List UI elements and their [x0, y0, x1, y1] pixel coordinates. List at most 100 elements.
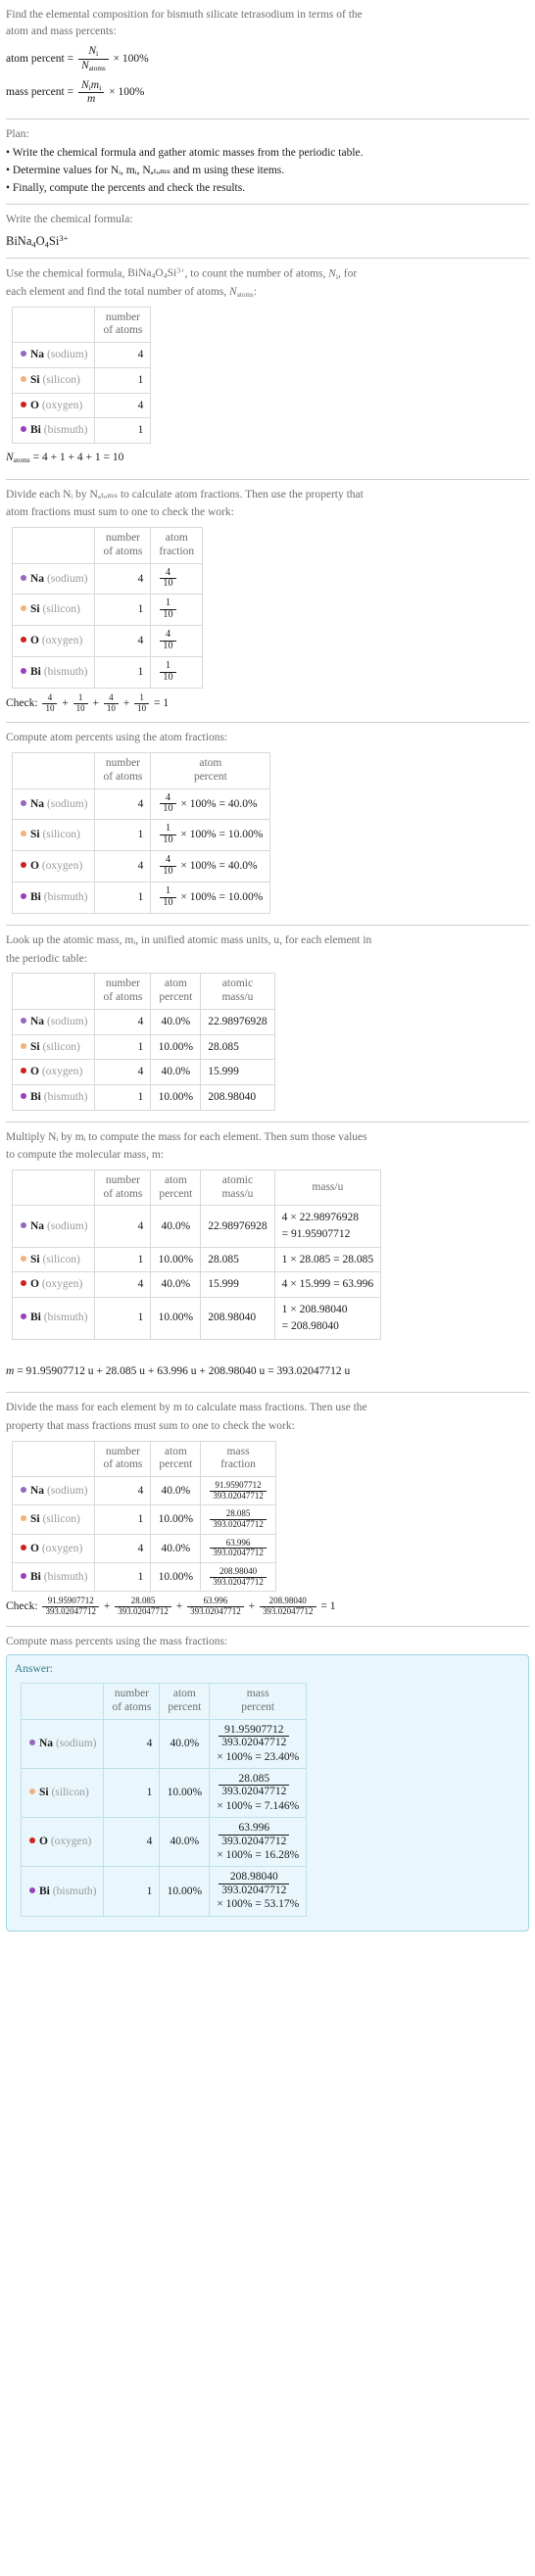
- times-100-equals: × 100% =: [180, 797, 225, 810]
- header-line-2: of atoms: [103, 324, 143, 337]
- fraction-denominator: 393.02047712: [190, 1606, 241, 1617]
- color-dot-icon: [21, 375, 26, 382]
- atom-percent-calc-na: 4 10 × 100% = 40.0%: [150, 787, 271, 821]
- write-formula-prompt: Write the chemical formula:: [6, 214, 133, 226]
- header-line-2: percent: [159, 991, 193, 1004]
- header-line-2: of atoms: [103, 991, 143, 1004]
- element-symbol: Na: [30, 572, 45, 585]
- mass-fraction-o: 63.996 393.02047712: [200, 1533, 276, 1564]
- fraction: 4 10: [103, 692, 119, 713]
- element-cell-si: Si (silicon): [11, 819, 96, 852]
- color-dot-icon: [21, 1572, 26, 1579]
- prompt-mid: , to count the number of atoms,: [184, 267, 329, 280]
- header-line-2: percent: [193, 770, 227, 783]
- mass-fraction-section: Divide the mass for each element by m to…: [6, 1393, 529, 1626]
- element-name: (silicon): [51, 1787, 89, 1799]
- table-row: O (oxygen) 4 4 10: [11, 625, 204, 658]
- header-atomic-mass: atomic mass/u: [200, 973, 275, 1010]
- element-symbol: Bi: [30, 891, 41, 904]
- element-name: (sodium): [46, 1484, 88, 1497]
- mass-percent-calc-o: 63.996 393.02047712 × 100% = 16.28%: [209, 1817, 308, 1868]
- mass-percent-label: mass percent =: [6, 85, 74, 98]
- atom-percent-table: number of atoms atom percent Na (sodium)…: [11, 751, 271, 914]
- atom-percent-o: 40.0%: [150, 1271, 202, 1299]
- mass-expr-line-2: = 208.98040: [281, 1319, 339, 1332]
- header-line-1: atomic: [221, 978, 254, 990]
- atom-count-bi: 1: [94, 1083, 152, 1111]
- element-cell-na: Na (sodium): [20, 1718, 105, 1769]
- fraction: 91.95907712 393.02047712: [219, 1724, 290, 1749]
- element-name: (bismuth): [43, 666, 88, 679]
- element-name: (oxygen): [41, 1066, 83, 1078]
- fraction-denominator: 10: [106, 702, 116, 713]
- atom-percent-bi: 10.00%: [150, 1083, 202, 1111]
- element-name: (silicon): [42, 1040, 80, 1053]
- fraction: 1 10: [160, 597, 176, 621]
- header-mass-percent: mass percent: [209, 1683, 308, 1720]
- table-row: Si (silicon) 1 1 10: [11, 594, 204, 627]
- atom-percent-o: 40.0%: [159, 1817, 211, 1868]
- element-cell-na: Na (sodium): [11, 342, 96, 368]
- fraction: 4 10: [160, 629, 176, 652]
- table-row: Na (sodium) 4 4 10 × 100% = 40.0%: [11, 787, 271, 821]
- check-label: Check:: [6, 696, 38, 709]
- table-row: Si (silicon) 1: [11, 366, 152, 394]
- fraction-numerator: 208.98040: [219, 1871, 290, 1884]
- element-symbol: O: [30, 1278, 39, 1291]
- ni-var-3: N: [328, 267, 336, 280]
- atom-percent-calc-si: 1 10 × 100% = 10.00%: [150, 819, 271, 852]
- header-line-1: number: [105, 978, 141, 990]
- prompt-colon: :: [253, 285, 257, 298]
- element-name: (oxygen): [41, 1278, 83, 1291]
- element-symbol: Si: [30, 829, 40, 841]
- header-line-1: atom: [199, 756, 222, 769]
- color-dot-icon: [29, 1886, 35, 1893]
- element-cell-bi: Bi (bismuth): [11, 1297, 96, 1340]
- mass-percent-fraction: Nimi m: [77, 78, 105, 106]
- m-var: m: [86, 93, 96, 106]
- atom-percent-o: 40.0%: [150, 1533, 202, 1564]
- atom-fraction-na: 4 10: [150, 562, 204, 596]
- mi-var: m: [90, 78, 100, 91]
- element-cell-na: Na (sodium): [11, 562, 96, 596]
- corner-cell: [11, 1169, 96, 1207]
- plan-item-2: • Determine values for Nᵢ, mᵢ, Nₐₜₒₘₛ an…: [6, 165, 285, 177]
- fraction: 208.98040 393.02047712: [219, 1871, 290, 1896]
- solution-document: Find the elemental composition for bismu…: [0, 0, 535, 1944]
- color-dot-icon: [29, 1740, 35, 1746]
- table-row: O (oxygen) 4 4 10 × 100% = 40.0%: [11, 850, 271, 883]
- fraction-denominator: 10: [163, 641, 173, 652]
- header-number-of-atoms: number of atoms: [94, 526, 152, 564]
- question-line-1: Find the elemental composition for bismu…: [6, 9, 363, 21]
- fraction-denominator: 10: [163, 803, 173, 815]
- color-dot-icon: [21, 831, 26, 837]
- atom-fraction-o: 4 10: [150, 625, 204, 658]
- element-name: (bismuth): [43, 1570, 88, 1583]
- fraction-denominator: 10: [163, 609, 173, 621]
- atom-percent-numerator: Ni: [77, 45, 109, 60]
- question-line-2: atom and mass percents:: [6, 24, 117, 37]
- atom-count-na: 4: [94, 342, 152, 368]
- color-dot-icon: [21, 862, 26, 869]
- element-symbol: Si: [39, 1787, 49, 1799]
- natoms-subscript-2: atoms: [236, 290, 254, 299]
- fraction: 1 10: [134, 692, 150, 713]
- mass-expression-na: 4 × 22.98976928 = 91.95907712: [273, 1205, 382, 1248]
- plan-item-3: • Finally, compute the percents and chec…: [6, 181, 246, 194]
- fraction-denominator: 10: [163, 866, 173, 878]
- element-cell-bi: Bi (bismuth): [11, 1562, 96, 1593]
- element-symbol: Na: [30, 1219, 45, 1232]
- header-number-of-atoms: number of atoms: [94, 306, 152, 344]
- element-symbol: Na: [39, 1738, 54, 1750]
- element-cell-o: O (oxygen): [11, 1533, 96, 1564]
- element-symbol: Si: [30, 1040, 40, 1053]
- fraction: 91.95907712 393.02047712: [42, 1597, 100, 1616]
- mass-fraction-bi: 208.98040 393.02047712: [200, 1562, 276, 1593]
- mass-percent-denominator: m: [78, 93, 104, 105]
- element-name: (silicon): [42, 1513, 80, 1526]
- answer-section: Compute mass percents using the mass fra…: [6, 1627, 529, 1944]
- element-cell-bi: Bi (bismuth): [11, 417, 96, 444]
- header-line-2: of atoms: [112, 1700, 152, 1713]
- table-row: Si (silicon) 1 1 10 × 100% = 10.00%: [11, 819, 271, 852]
- fraction: 28.085 393.02047712: [219, 1773, 290, 1798]
